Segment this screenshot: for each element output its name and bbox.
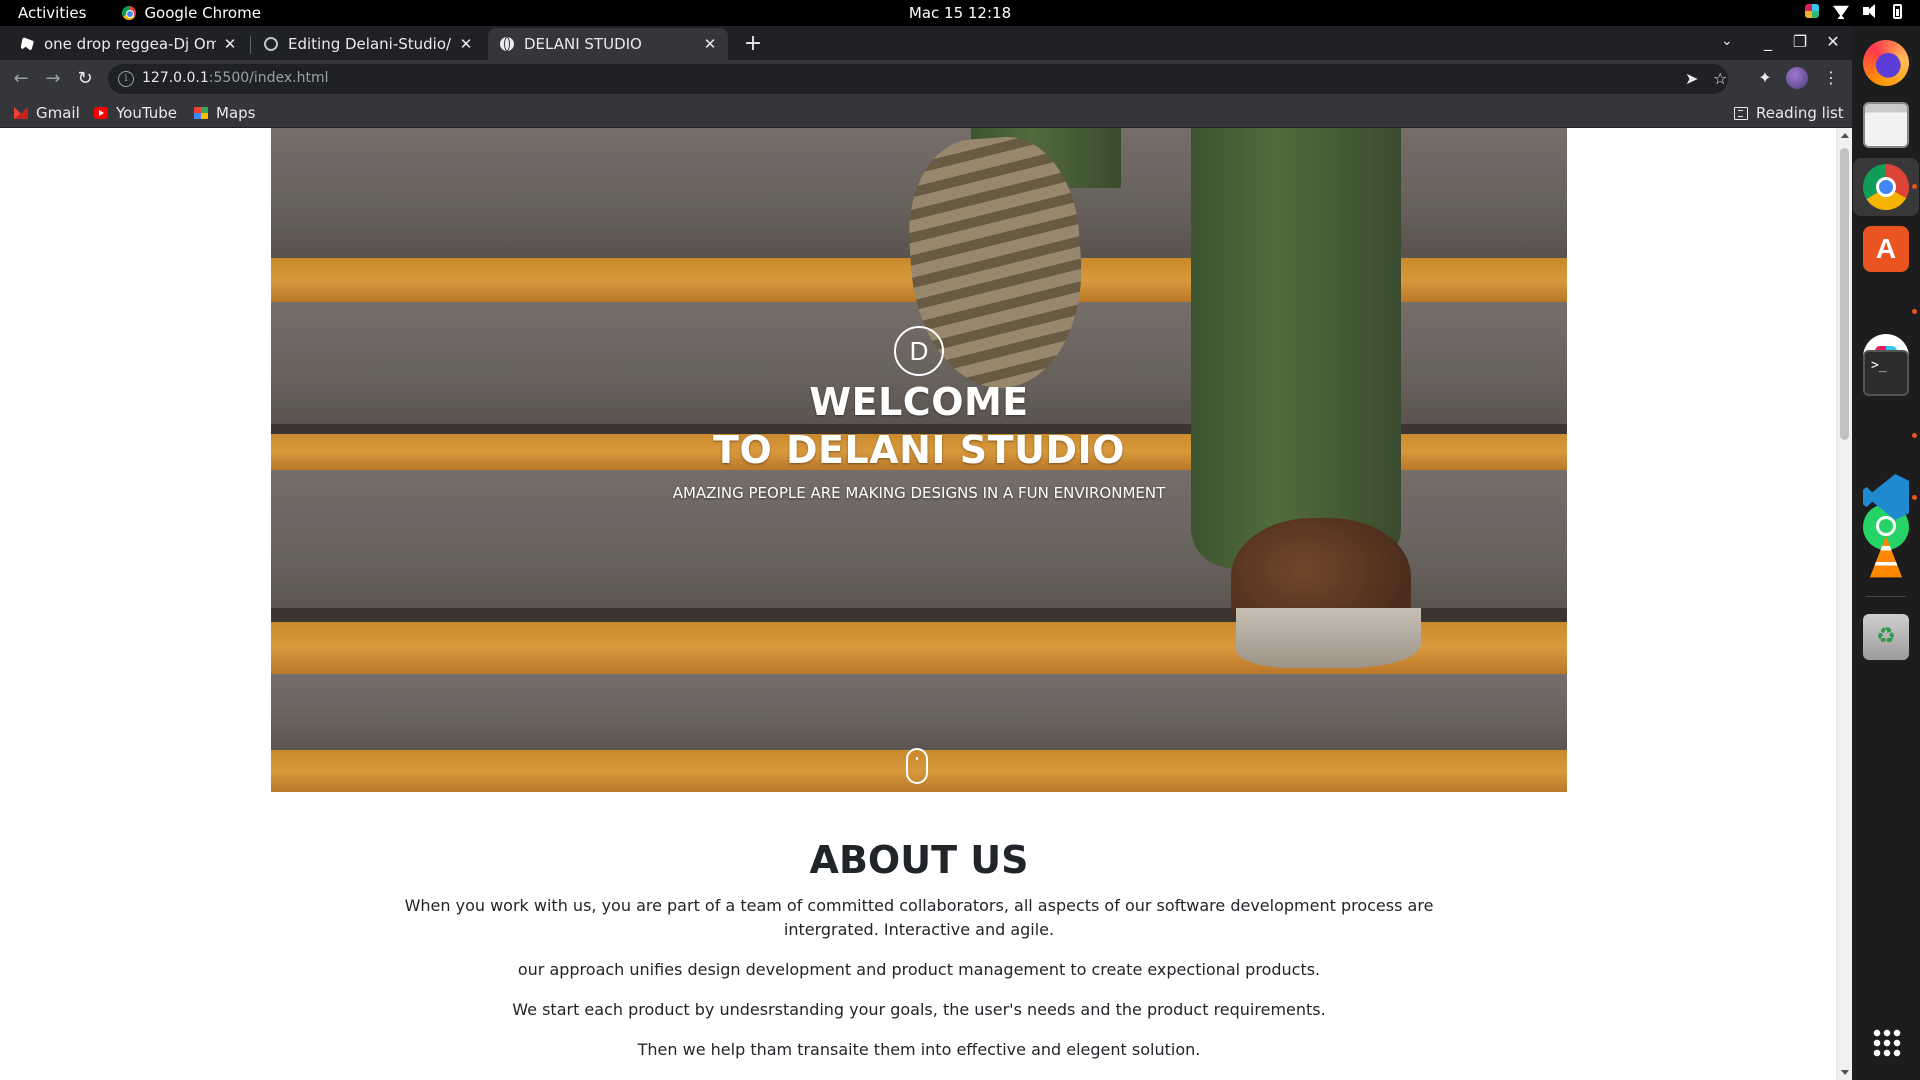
- slack-tray-icon[interactable]: [1805, 4, 1819, 18]
- youtube-icon: [94, 107, 108, 119]
- github-icon: [264, 37, 278, 51]
- restore-icon[interactable]: ❐: [1790, 32, 1810, 51]
- tab-title: one drop reggea-Dj Omsh: [44, 35, 216, 53]
- about-section: ABOUT US When you work with us, you are …: [271, 836, 1567, 1078]
- tab-divider: [250, 36, 251, 54]
- bookmark-gmail[interactable]: Gmail: [14, 104, 80, 122]
- chrome-icon: [122, 6, 137, 20]
- new-tab-button[interactable]: +: [739, 31, 767, 59]
- bookmark-star-icon[interactable]: ☆: [1713, 69, 1727, 88]
- hero-title-line: TO DELANI STUDIO: [713, 428, 1125, 472]
- globe-icon: [500, 37, 514, 51]
- profile-avatar[interactable]: [1786, 67, 1808, 89]
- address-bar[interactable]: i 127.0.0.1:5500/index.html ➤ ☆: [108, 64, 1728, 94]
- clock[interactable]: Mac 15 12:18: [909, 4, 1011, 22]
- activities-button[interactable]: Activities: [18, 4, 86, 22]
- bookmark-label: YouTube: [116, 104, 177, 122]
- scroll-up-icon[interactable]: [1841, 133, 1849, 138]
- app-menu-label: Google Chrome: [144, 4, 261, 22]
- trash-icon[interactable]: ♻: [1863, 614, 1909, 660]
- tab-github[interactable]: Editing Delani-Studio/RE/ ✕: [252, 28, 484, 60]
- terminal-icon[interactable]: >_: [1863, 350, 1909, 396]
- reload-icon[interactable]: ↻: [73, 67, 97, 91]
- menu-icon[interactable]: ⋮: [1820, 68, 1842, 87]
- url-host: 127.0.0.1: [142, 70, 209, 86]
- firefox-icon[interactable]: [1863, 40, 1909, 86]
- studio-logo[interactable]: D: [894, 326, 944, 376]
- tab-strip: one drop reggea-Dj Omsh ✕ Editing Delani…: [0, 26, 1852, 60]
- tab-search-icon[interactable]: ⌄: [1721, 33, 1733, 49]
- hero-section: D WELCOME TO DELANI STUDIO AMAZING PEOPL…: [271, 128, 1567, 792]
- dock-separator: [1866, 596, 1906, 597]
- bookmark-label: Maps: [216, 104, 256, 122]
- close-tab-icon[interactable]: ✕: [458, 36, 474, 52]
- volume-icon[interactable]: [1863, 3, 1879, 19]
- extensions-icon[interactable]: ✦: [1754, 68, 1776, 87]
- maps-icon: [194, 107, 208, 119]
- running-indicator: [1912, 184, 1917, 189]
- about-paragraph: We start each product by undesrstanding …: [512, 1000, 1326, 1019]
- tab-title: Editing Delani-Studio/RE/: [288, 35, 452, 53]
- files-icon[interactable]: [1863, 102, 1909, 148]
- software-store-icon[interactable]: A: [1863, 226, 1909, 272]
- system-tray[interactable]: [1805, 3, 1902, 19]
- about-paragraph: Then we help tham transaite them into ef…: [637, 1040, 1201, 1059]
- send-icon[interactable]: ➤: [1685, 69, 1698, 88]
- mouse-icon[interactable]: [906, 748, 928, 784]
- forward-icon[interactable]: →: [41, 67, 65, 91]
- bookmark-label: Gmail: [36, 104, 80, 122]
- close-window-icon[interactable]: ✕: [1823, 32, 1843, 51]
- ubuntu-dock: A >_ ♻: [1852, 26, 1920, 1080]
- gmail-icon: [14, 107, 28, 119]
- hero-subtitle: AMAZING PEOPLE ARE MAKING DESIGNS IN A F…: [672, 484, 1166, 502]
- address-text[interactable]: 127.0.0.1:5500/index.html: [142, 70, 329, 86]
- bookmark-youtube[interactable]: YouTube: [94, 104, 177, 122]
- tab-delani-studio[interactable]: DELANI STUDIO ✕: [488, 28, 728, 60]
- reading-list-button[interactable]: Reading list: [1734, 104, 1844, 122]
- running-indicator: [1912, 495, 1917, 500]
- browser-toolbar: ← → ↻ i 127.0.0.1:5500/index.html ➤ ☆ ✦ …: [0, 60, 1852, 98]
- bookmarks-bar: Gmail YouTube Maps Reading list: [0, 98, 1852, 128]
- close-tab-icon[interactable]: ✕: [702, 36, 718, 52]
- wifi-icon[interactable]: [1833, 3, 1849, 19]
- browser-window: one drop reggea-Dj Omsh ✕ Editing Delani…: [0, 26, 1852, 1080]
- bookmark-maps[interactable]: Maps: [194, 104, 255, 122]
- site-info-icon[interactable]: i: [118, 71, 134, 87]
- url-path: :5500/index.html: [208, 70, 329, 86]
- reading-list-icon: [1734, 106, 1748, 120]
- tab-music[interactable]: one drop reggea-Dj Omsh ✕: [8, 28, 248, 60]
- page-viewport[interactable]: D WELCOME TO DELANI STUDIO AMAZING PEOPL…: [0, 128, 1852, 1080]
- back-icon[interactable]: ←: [9, 67, 33, 91]
- page-scrollbar[interactable]: [1836, 128, 1852, 1080]
- top-bar-left: Activities Google Chrome: [18, 4, 261, 22]
- hero-title-line: WELCOME: [809, 380, 1029, 424]
- about-paragraph: our approach unifies design development …: [517, 960, 1321, 979]
- running-indicator: [1912, 309, 1917, 314]
- music-icon: [20, 37, 34, 51]
- app-menu[interactable]: Google Chrome: [122, 4, 261, 22]
- system-top-bar: Activities Google Chrome Mac 15 12:18: [0, 0, 1920, 26]
- chrome-icon[interactable]: [1863, 164, 1909, 210]
- minimize-icon[interactable]: _: [1758, 32, 1778, 51]
- about-heading: ABOUT US: [809, 838, 1029, 882]
- scrollbar-thumb[interactable]: [1840, 148, 1849, 440]
- scroll-down-icon[interactable]: [1841, 1070, 1849, 1075]
- hero-title: WELCOME TO DELANI STUDIO: [271, 378, 1567, 474]
- about-paragraph: When you work with us, you are part of a…: [404, 896, 1434, 939]
- reading-list-label: Reading list: [1756, 104, 1844, 122]
- tab-title: DELANI STUDIO: [524, 35, 642, 53]
- close-tab-icon[interactable]: ✕: [222, 36, 238, 52]
- running-indicator: [1912, 433, 1917, 438]
- app-grid-icon[interactable]: [1872, 1028, 1902, 1058]
- battery-icon[interactable]: [1893, 3, 1902, 19]
